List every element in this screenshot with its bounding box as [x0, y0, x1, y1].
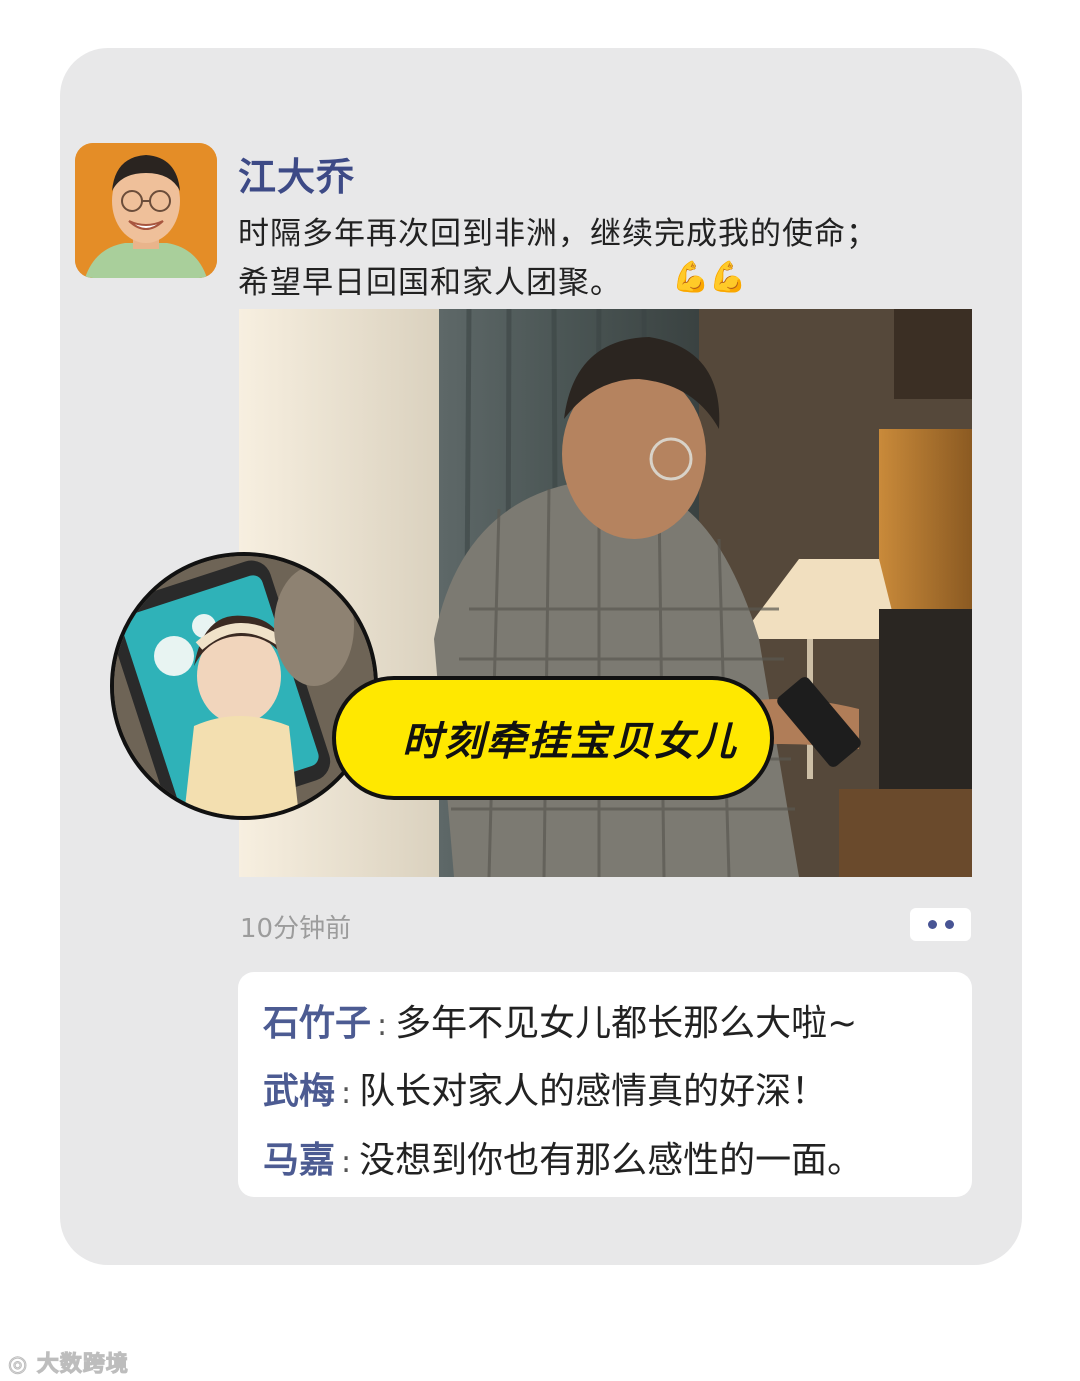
comment-item[interactable]: 石竹子: 多年不见女儿都长那么大啦~: [263, 994, 857, 1046]
watermark: ◎ 大数跨境: [8, 1346, 129, 1378]
avatar[interactable]: [75, 143, 217, 278]
image-caption: 时刻牵挂宝贝女儿: [402, 719, 738, 765]
daughter-photo-inset: [110, 552, 378, 820]
comment-text: 没想到你也有那么感性的一面。: [359, 1140, 864, 1181]
poster-name[interactable]: 江大乔: [238, 146, 355, 201]
dot-icon: [944, 920, 954, 929]
comment-author[interactable]: 石竹子: [263, 1003, 371, 1044]
watermark-text: 大数跨境: [36, 1352, 129, 1378]
post-text-line-1: 时隔多年再次回到非洲，继续完成我的使命；: [238, 216, 878, 252]
comment-author[interactable]: 马嘉: [263, 1140, 335, 1181]
image-caption-banner: 时刻牵挂宝贝女儿: [332, 676, 774, 800]
post-timestamp: 10分钟前: [240, 914, 352, 944]
more-options-button[interactable]: [910, 908, 971, 941]
dot-icon: [927, 920, 937, 929]
comment-text: 队长对家人的感情真的好深！: [359, 1071, 828, 1112]
comment-author[interactable]: 武梅: [263, 1071, 335, 1112]
comment-text: 多年不见女儿都长那么大啦~: [395, 1003, 858, 1044]
flexed-biceps-icon: 💪💪: [672, 260, 747, 295]
watermark-logo-icon: ◎: [8, 1352, 37, 1378]
post-text-line-2: 希望早日回国和家人团聚。: [238, 265, 622, 301]
comment-item[interactable]: 武梅: 队长对家人的感情真的好深！: [263, 1062, 827, 1114]
comment-item[interactable]: 马嘉: 没想到你也有那么感性的一面。: [263, 1131, 863, 1183]
